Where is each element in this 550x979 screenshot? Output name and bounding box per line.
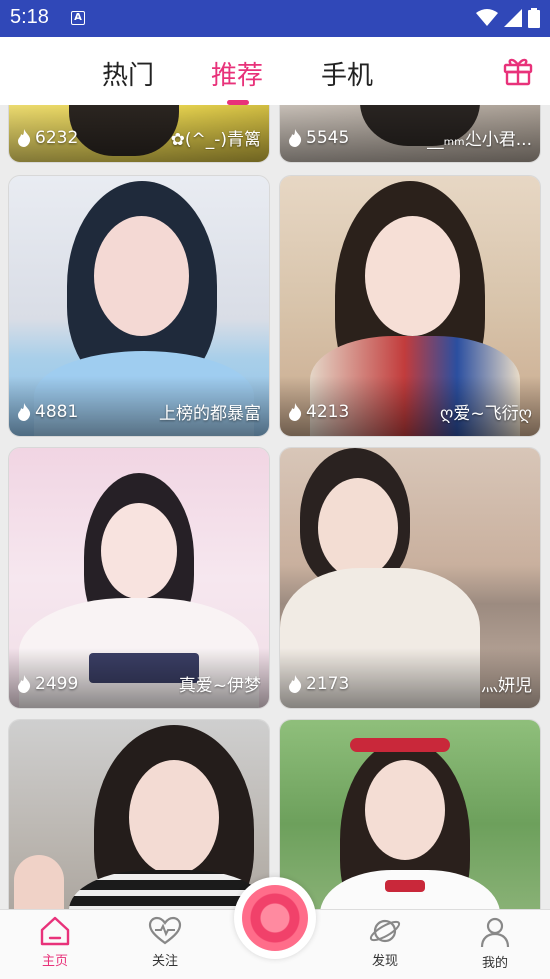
tab-recommended[interactable]: 推荐 [211,55,263,92]
gift-icon[interactable] [503,54,533,86]
anchor-name: 上榜的都暴富 [159,404,261,424]
planet-icon [369,919,401,943]
wifi-icon [476,9,498,26]
tab-hot[interactable]: 热门 [102,55,154,92]
anchor-name: __ₘₘ尐小君... [426,130,532,150]
battery-icon [528,8,540,28]
nav-mine[interactable]: 我的 [460,916,530,971]
go-live-button[interactable] [234,877,316,959]
status-icons [476,8,540,28]
tab-phone[interactable]: 手机 [321,55,373,92]
flame-icon [289,128,302,147]
camera-lens-icon [242,885,308,951]
live-room-card[interactable]: 4881 上榜的都暴富 [8,175,270,437]
nav-discover[interactable]: 发现 [350,916,420,969]
heat-count: 4881 [35,401,79,422]
heat-count: 4213 [306,401,350,422]
flame-icon [289,674,302,693]
heat-count: 2499 [35,673,79,694]
nav-follow-label: 关注 [151,954,178,969]
live-room-card[interactable] [8,719,270,909]
nav-mine-label: 我的 [481,956,508,971]
notification-icon: A [71,11,85,25]
heat-count: 5545 [306,127,350,148]
flame-icon [18,128,31,147]
live-room-card[interactable]: 2499 真爱~伊梦 [8,447,270,709]
live-room-card[interactable]: 6232 ✿(^_-)青篱 [8,105,270,163]
anchor-name: 真爱~伊梦 [178,676,261,696]
nav-follow[interactable]: 关注 [130,916,200,969]
live-room-card[interactable]: 4213 ღ爱~飞衍ღ [279,175,541,437]
heat-count: 6232 [35,127,79,148]
flame-icon [18,674,31,693]
status-bar: 5:18 A [0,0,550,37]
flame-icon [18,402,31,421]
flame-icon [289,402,302,421]
nav-home[interactable]: 主页 [20,916,90,969]
live-room-card[interactable]: 2173 灬妍児 [279,447,541,709]
nav-home-label: 主页 [41,954,68,969]
live-room-card[interactable]: 5545 __ₘₘ尐小君... [279,105,541,163]
live-room-card[interactable] [279,719,541,909]
top-nav: 热门 推荐 手机 [0,37,550,105]
signal-icon [504,9,522,27]
anchor-name: ღ爱~飞衍ღ [440,404,532,424]
heat-count: 2173 [306,673,350,694]
heart-pulse-icon [148,916,182,945]
home-icon [40,916,70,946]
live-room-feed[interactable]: 6232 ✿(^_-)青篱 5545 __ₘₘ尐小君... 4881 上榜的都暴… [0,105,550,909]
anchor-name: 灬妍児 [481,676,532,696]
status-time: 5:18 [10,6,49,28]
anchor-name: ✿(^_-)青篱 [170,130,261,150]
user-icon [480,917,510,948]
nav-discover-label: 发现 [371,954,398,969]
